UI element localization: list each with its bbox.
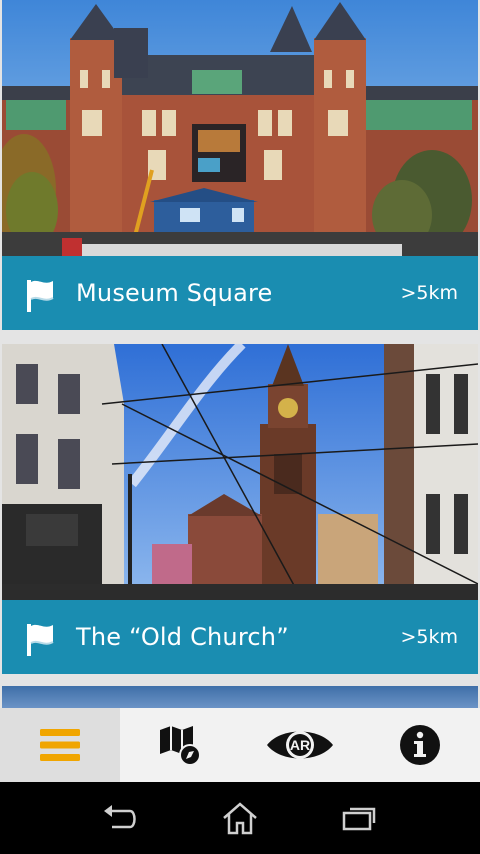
back-icon [104,805,136,829]
system-nav-bar [0,782,480,854]
ar-eye-icon: AR [267,731,333,759]
flag-icon [27,624,54,656]
card-title-bar[interactable]: The “Old Church” >5km [2,600,478,674]
next-card-peek[interactable] [2,686,478,708]
recents-icon [342,807,376,831]
munttoren-photo [2,344,478,600]
place-title: Museum Square [76,279,273,307]
menu-icon [40,729,80,761]
tab-ar[interactable]: AR [240,708,360,782]
ar-label: AR [290,737,310,753]
flag-icon [27,280,54,312]
distance-label: >5km [400,626,458,648]
distance-label: >5km [400,282,458,304]
recents-button[interactable] [336,798,384,838]
bottom-tab-bar: AR [0,708,480,782]
place-card[interactable]: The “Old Church” >5km [2,344,478,674]
map-icon [160,726,201,766]
back-button[interactable] [96,798,144,838]
home-icon [223,802,257,835]
place-title: The “Old Church” [76,623,289,651]
rijksmuseum-photo [2,0,478,256]
place-card[interactable]: Museum Square >5km [2,0,478,330]
home-button[interactable] [216,798,264,838]
tab-menu[interactable] [0,708,120,782]
tab-map[interactable] [120,708,240,782]
tab-info[interactable] [360,708,480,782]
card-title-bar[interactable]: Museum Square >5km [2,256,478,330]
info-icon [400,725,440,765]
